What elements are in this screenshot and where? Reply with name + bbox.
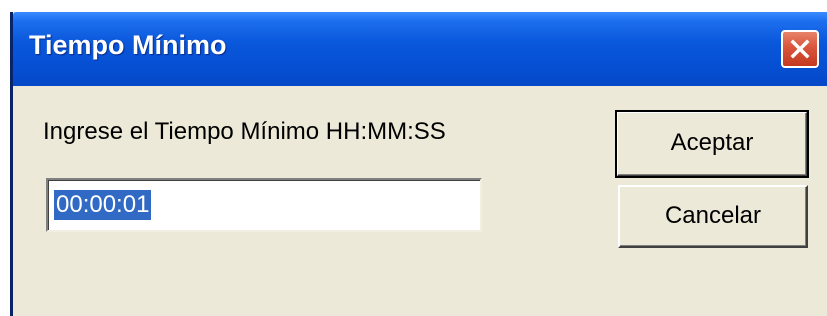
close-button[interactable] [781, 30, 819, 68]
cancel-button[interactable]: Cancelar [618, 185, 808, 248]
prompt-label: Ingrese el Tiempo Mínimo HH:MM:SS [43, 118, 446, 145]
time-input-value[interactable]: 00:00:01 [54, 190, 152, 220]
accept-button[interactable]: Aceptar [615, 110, 809, 178]
window-title: Tiempo Mínimo [29, 30, 227, 60]
dialog-window: Tiempo Mínimo Ingrese el Tiempo Mínimo H… [10, 12, 827, 316]
time-input-field[interactable]: 00:00:01 [46, 178, 482, 232]
close-icon [790, 39, 810, 59]
title-bar[interactable]: Tiempo Mínimo [13, 12, 827, 86]
